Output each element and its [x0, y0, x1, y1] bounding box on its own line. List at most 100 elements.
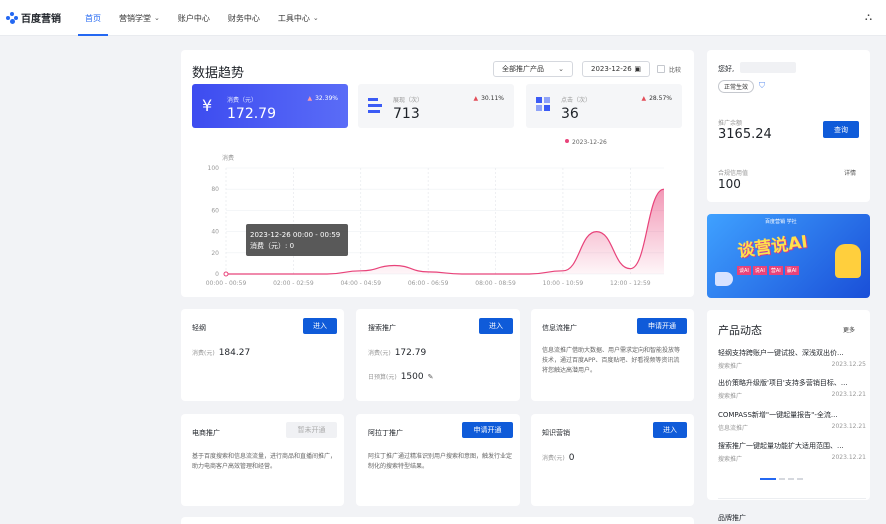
brand-name: 百度营销 [21, 14, 61, 25]
stat-impressions[interactable]: 展现（次） 713 ▲ 30.11% [358, 84, 514, 128]
stat-label: 展现（次） [393, 97, 424, 104]
apply-button[interactable]: 申请开通 [462, 422, 513, 438]
y-tick-label: 20 [211, 250, 219, 257]
not-open-button: 暂未开通 [286, 422, 337, 438]
module-metric: 消费(元) 184.27 [192, 348, 250, 358]
nav-label: 首页 [85, 13, 101, 23]
nav-item-finance[interactable]: 财务中心 [219, 0, 269, 36]
top-navigation-bar: 百度营销 首页 营销学堂 ⌄ 账户中心 财务中心 工具中心 ⌄ ⛬ [0, 0, 886, 36]
date-picker[interactable]: 2023-12-26 ▣ [582, 61, 650, 77]
nav-label: 营销学堂 [119, 13, 151, 23]
balance-label: 推广余额 [718, 120, 743, 127]
baidu-paw-icon [6, 11, 18, 24]
module-title: 信息流推广 [542, 324, 577, 332]
module-metric: 消费(元) 0 [542, 453, 574, 463]
robot-illustration [835, 244, 861, 278]
news-item[interactable]: COMPASS新增"一键起量报告"-全流... 信息流推广 2023.12.21 [718, 410, 866, 432]
legend-marker [565, 139, 569, 143]
nav-item-tools[interactable]: 工具中心 ⌄ [269, 0, 328, 36]
compare-label: 比较 [669, 67, 682, 74]
trend-chart[interactable]: 2023-12-26 消费100 80 60 40 20 0 00:00 - 00:59 02:… [192, 134, 682, 294]
credit-value: 100 [718, 177, 741, 191]
stat-change: ▲ 30.11% [473, 95, 504, 102]
stat-cost[interactable]: ¥ 消费（元） 172.79 ▲ 32.39% [192, 84, 348, 128]
data-point-highlight [223, 271, 229, 277]
up-arrow-icon: ▲ [473, 95, 479, 102]
module-title: 轻纲 [192, 324, 206, 332]
y-tick-label: 60 [211, 207, 219, 214]
module-title: 阿拉丁推广 [368, 429, 403, 437]
chevron-down-icon: ⌄ [558, 65, 564, 73]
stat-clicks[interactable]: 点击（次） 36 ▲ 28.57% [526, 84, 682, 128]
main-nav: 首页 营销学堂 ⌄ 账户中心 财务中心 工具中心 ⌄ [76, 0, 328, 36]
metric-label: 日预算(元) [368, 374, 397, 381]
stat-change-value: 32.39% [315, 95, 338, 102]
legend-label: 2023-12-26 [572, 139, 607, 146]
banner-tag: 说AI [752, 266, 767, 275]
stat-label: 点击（次） [561, 97, 592, 104]
enter-button[interactable]: 进入 [303, 318, 337, 334]
metric-label: 消费(元) [542, 455, 565, 462]
promo-banner[interactable]: 百度营销 学社 谈营说AI 谈AI 说AI 营AI 赢AI [707, 214, 870, 298]
compare-checkbox[interactable] [657, 65, 665, 73]
news-tag: 搜索推广 [718, 456, 743, 463]
divider [718, 498, 866, 499]
nav-item-academy[interactable]: 营销学堂 ⌄ [110, 0, 169, 36]
banner-tag: 赢AI [784, 266, 799, 275]
news-date: 2023.12.21 [831, 454, 866, 461]
metric-value: 0 [568, 453, 575, 463]
calendar-icon: ▣ [634, 65, 641, 73]
carousel-dots[interactable] [760, 478, 803, 480]
shield-icon: ⛉ [759, 81, 765, 90]
module-title: 知识营销 [542, 429, 570, 437]
query-button[interactable]: 查询 [823, 121, 859, 138]
brand-logo[interactable]: 百度营销 [6, 10, 61, 25]
news-item[interactable]: 搜索推广一键起量功能扩大适用范围、... 搜索推广 2023.12.21 [718, 441, 866, 463]
y-axis-label: 消费 [222, 154, 234, 162]
chevron-down-icon: ⌄ [312, 14, 319, 22]
credit-label: 合规信用值 [718, 170, 749, 177]
chevron-down-icon: ⌄ [154, 14, 160, 22]
credit-detail-link[interactable]: 详情 [844, 168, 856, 177]
news-item[interactable]: 轻纲支持跨账户一键试投、深浅双出价... 搜索推广 2023.12.25 [718, 348, 866, 370]
news-date: 2023.12.21 [831, 391, 866, 398]
x-tick-label: 08:00 - 08:59 [475, 280, 516, 287]
metric-label: 消费(元) [192, 350, 215, 357]
list-icon [368, 98, 382, 113]
apply-button[interactable]: 申请开通 [637, 318, 687, 334]
status-text: 正常生效 [724, 84, 749, 91]
balance-value: 3165.24 [718, 127, 772, 142]
edit-icon[interactable]: ✎ [428, 373, 434, 381]
news-tag: 搜索推广 [718, 393, 743, 400]
y-tick-label: 40 [211, 229, 219, 236]
banner-tag: 营AI [768, 266, 783, 275]
x-tick-label: 02:00 - 02:59 [273, 280, 314, 287]
metric-value: 184.27 [218, 348, 251, 358]
module-description: 信息流推广借助大数据、用户需求定向和智能投放等技术，通过百度APP、百度贴吧、好… [542, 347, 681, 374]
username-placeholder [740, 62, 796, 73]
enter-button[interactable]: 进入 [653, 422, 687, 438]
org-structure-icon[interactable]: ⛬ [865, 12, 872, 23]
status-badge: 正常生效 [718, 80, 755, 93]
enter-button[interactable]: 进入 [479, 318, 513, 334]
banner-main-text: 谈营说AI [736, 232, 809, 262]
stat-change: ▲ 28.57% [641, 95, 672, 102]
news-more-link[interactable]: 更多 [843, 325, 855, 334]
news-tag: 信息流推广 [718, 425, 749, 432]
module-description: 基于百度搜索和信息流流量，进行商品和直播间推广，助力电商客户高效管理和经营。 [192, 453, 337, 470]
product-select[interactable]: 全部推广产品 ⌄ [493, 61, 573, 77]
module-title: 电商推广 [192, 429, 220, 437]
brand-promo-title: 品牌推广 [718, 514, 746, 522]
news-text: 搜索推广一键起量功能扩大适用范围、... [718, 442, 844, 450]
y-tick-label: 80 [211, 186, 219, 193]
banner-top-text: 百度营销 学社 [765, 219, 797, 225]
news-item[interactable]: 出价策略升级版'项目'支持多营销目标、... 搜索推广 2023.12.21 [718, 378, 866, 400]
nav-item-account[interactable]: 账户中心 [169, 0, 219, 36]
nav-item-home[interactable]: 首页 [76, 0, 110, 36]
chart-tooltip: 2023-12-26 00:00 - 00:59 消费（元）: 0 [246, 224, 348, 256]
nav-label: 财务中心 [227, 13, 260, 23]
news-date: 2023.12.21 [831, 423, 866, 430]
stat-change-value: 30.11% [481, 95, 504, 102]
news-title: 产品动态 [718, 324, 762, 337]
grid-icon [536, 97, 550, 111]
